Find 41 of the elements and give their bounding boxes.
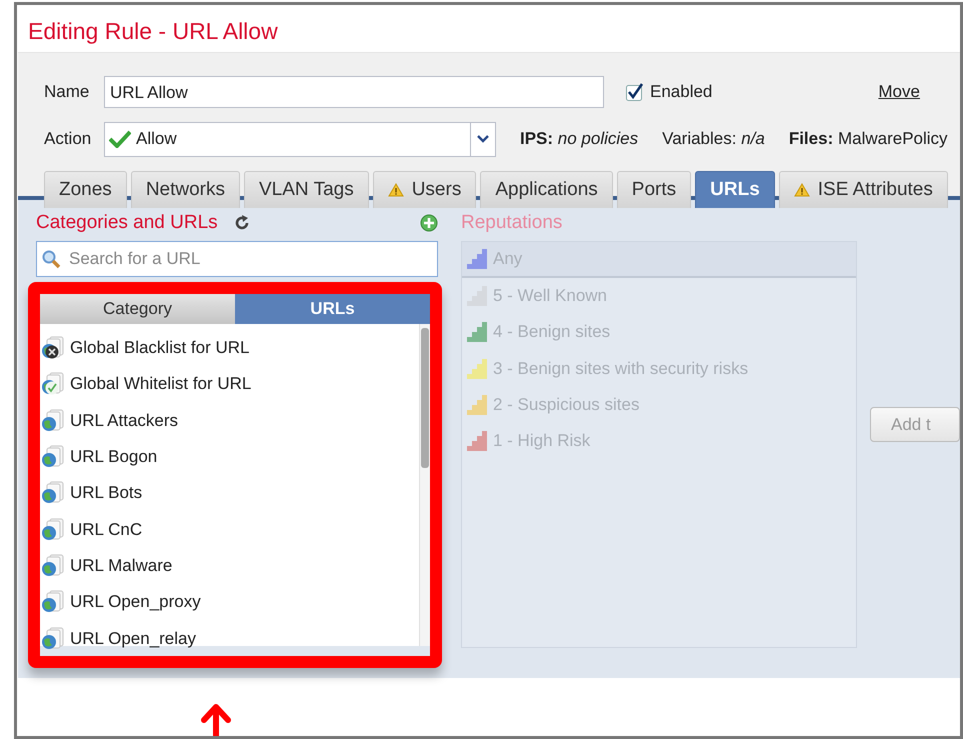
warning-icon: [794, 183, 810, 197]
tab[interactable]: Zones: [44, 171, 127, 208]
list-item[interactable]: URL Open_relay: [70, 628, 196, 649]
tab[interactable]: VLAN Tags: [244, 171, 369, 208]
list-item[interactable]: Global Blacklist for URL: [70, 338, 250, 358]
tab[interactable]: URLs: [235, 294, 430, 324]
list-item[interactable]: URL Attackers: [70, 410, 178, 431]
tab[interactable]: Applications: [480, 171, 613, 208]
warning-icon: [388, 183, 404, 197]
checkbox[interactable]: [626, 83, 644, 101]
checkmark-icon: [109, 130, 131, 148]
field-label: Action: [44, 129, 92, 149]
move-link[interactable]: Move: [878, 82, 920, 102]
list-item[interactable]: Global Whitelist for URL: [70, 374, 252, 394]
chevron-down-icon: [477, 135, 489, 143]
scrollbar-thumb[interactable]: [421, 328, 429, 468]
tab[interactable]: Networks: [130, 171, 240, 208]
panel-title: Reputations: [461, 212, 562, 234]
checkbox-label: Enabled: [650, 82, 712, 102]
list-item[interactable]: URL Malware: [70, 556, 172, 576]
search-field[interactable]: Search for a URL: [36, 241, 438, 277]
list-item[interactable]: URL Bots: [70, 483, 142, 504]
name-field[interactable]: URL Allow: [104, 76, 604, 108]
tab[interactable]: Ports: [616, 171, 692, 208]
list-item[interactable]: URL Open_proxy: [70, 592, 201, 612]
add-icon[interactable]: [420, 214, 438, 232]
list-item[interactable]: URL CnC: [70, 520, 142, 540]
tab[interactable]: ISE Attributes: [778, 171, 948, 208]
panel-title: Categories and URLs: [36, 212, 218, 234]
refresh-icon[interactable]: [234, 215, 250, 231]
tab[interactable]: Category: [40, 294, 235, 324]
info-text: IPS: no policies: [520, 129, 638, 149]
info-text: Variables: n/a: [662, 129, 765, 149]
list-item[interactable]: URL Bogon: [70, 447, 158, 468]
search-icon: [41, 249, 61, 269]
tab[interactable]: URLs: [695, 171, 775, 208]
info-text: Files: MalwarePolicy: [788, 129, 948, 149]
action-dropdown[interactable]: Allow: [104, 122, 496, 156]
field-label: Name: [44, 82, 90, 102]
window-title: Editing Rule - URL Allow: [27, 17, 279, 46]
tab[interactable]: Users: [372, 171, 476, 208]
